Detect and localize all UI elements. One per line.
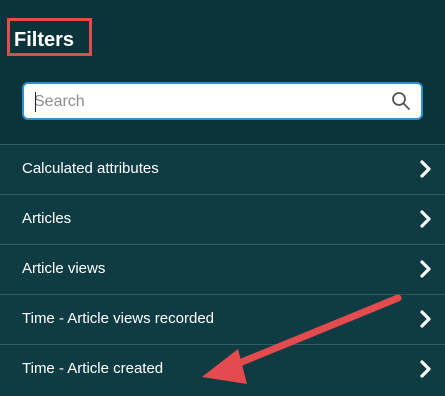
text-cursor: [35, 92, 36, 112]
filter-item-time-article-created[interactable]: Time - Article created: [0, 344, 445, 394]
filter-item-label: Article views: [22, 260, 106, 277]
search-input[interactable]: [34, 90, 374, 114]
search-box[interactable]: [22, 82, 423, 120]
filter-item-calculated-attributes[interactable]: Calculated attributes: [0, 144, 445, 194]
chevron-right-icon[interactable]: [419, 359, 433, 379]
filters-header: Filters: [0, 0, 445, 144]
chevron-right-icon[interactable]: [419, 159, 433, 179]
filter-item-article-views[interactable]: Article views: [0, 244, 445, 294]
panel-title: Filters: [14, 29, 75, 51]
filter-item-label: Time - Article created: [22, 360, 164, 377]
chevron-right-icon[interactable]: [419, 209, 433, 229]
filter-item-label: Time - Article views recorded: [22, 310, 214, 327]
filters-panel: Filters Calculated attributes Articles A…: [0, 0, 445, 396]
filter-item-articles[interactable]: Articles: [0, 194, 445, 244]
search-icon[interactable]: [391, 91, 411, 111]
filter-list: Calculated attributes Articles Article v…: [0, 144, 445, 394]
filter-item-label: Calculated attributes: [22, 160, 159, 177]
chevron-right-icon[interactable]: [419, 259, 433, 279]
chevron-right-icon[interactable]: [419, 309, 433, 329]
filter-item-label: Articles: [22, 210, 72, 227]
filter-item-time-article-views-recorded[interactable]: Time - Article views recorded: [0, 294, 445, 344]
